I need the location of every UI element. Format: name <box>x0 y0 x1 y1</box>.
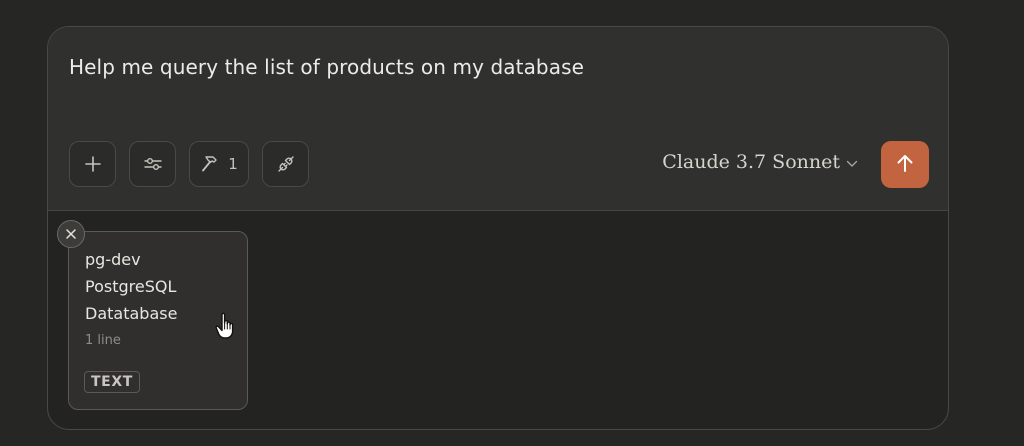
settings-button[interactable] <box>129 141 176 187</box>
chevron-down-icon <box>846 151 858 173</box>
tools-count: 1 <box>228 155 238 173</box>
arrow-up-icon <box>896 153 914 177</box>
attachment-card[interactable]: pg-dev PostgreSQL Datatabase 1 line TEXT <box>68 231 248 410</box>
connect-button[interactable] <box>262 141 309 187</box>
hammer-icon <box>200 154 222 174</box>
attachment-type-badge: TEXT <box>84 371 140 393</box>
plus-icon <box>84 155 102 173</box>
attachment-line: Datatabase <box>85 304 178 323</box>
prompt-input-area[interactable]: Help me query the list of products on my… <box>48 27 948 211</box>
remove-attachment-button[interactable] <box>57 220 85 248</box>
prompt-text[interactable]: Help me query the list of products on my… <box>69 55 584 79</box>
plug-icon <box>276 154 296 174</box>
attachment-meta: 1 line <box>85 333 121 348</box>
attachment-content: pg-dev PostgreSQL Datatabase <box>85 246 177 327</box>
attachment-line: PostgreSQL <box>85 277 177 296</box>
chat-composer: Help me query the list of products on my… <box>47 26 949 430</box>
sliders-icon <box>143 155 163 173</box>
tools-button[interactable]: 1 <box>189 141 249 187</box>
send-button[interactable] <box>881 141 929 188</box>
model-label: Claude 3.7 Sonnet <box>662 151 840 173</box>
add-button[interactable] <box>69 141 116 187</box>
attachment-line: pg-dev <box>85 250 141 269</box>
model-selector[interactable]: Claude 3.7 Sonnet <box>662 151 858 173</box>
close-icon <box>65 225 77 244</box>
